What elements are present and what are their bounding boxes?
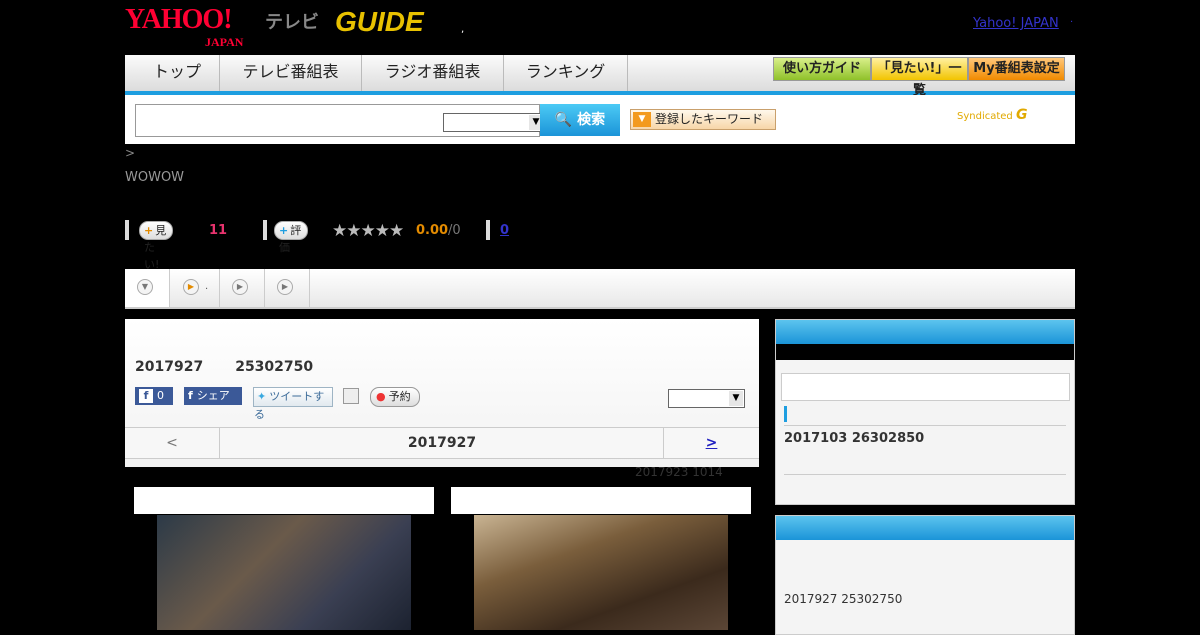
- facebook-share-button[interactable]: f シェア: [184, 387, 242, 405]
- program-time-code: 25302750: [235, 359, 314, 375]
- my-schedule-settings-button[interactable]: My番組表設定: [968, 57, 1065, 81]
- program-date-time: 2017927 25302750: [135, 359, 313, 375]
- usage-guide-button[interactable]: 使い方ガイド: [773, 57, 871, 81]
- divider: [784, 425, 1066, 426]
- nav-tab-top[interactable]: トップ: [135, 55, 220, 91]
- sidebar-box-2: 2017927 25302750: [775, 515, 1075, 635]
- sidebar-box-1-subheader: [776, 344, 1074, 360]
- content-tabs: ▼ ▶. ▶ ▶: [125, 269, 1075, 309]
- divider: [125, 220, 129, 240]
- yahoo-japan-logo[interactable]: YAHOO! JAPAN: [125, 6, 243, 50]
- triangle-down-icon: ▼: [633, 112, 651, 127]
- program-date: 2017927: [135, 359, 204, 375]
- search-bar: ▼ 🔍 検索 ▼ 登録したキーワード Syndicated G: [125, 95, 1075, 144]
- search-input[interactable]: ▼: [135, 104, 545, 137]
- divider: [263, 220, 267, 240]
- gguide-logo-text: GUIDE: [335, 6, 424, 37]
- reserve-label: 予約: [388, 390, 411, 403]
- tab-2-suffix: .: [205, 281, 209, 292]
- star-rating: ★★★★★: [332, 221, 404, 241]
- rating-total: /0: [448, 223, 461, 238]
- facebook-icon: f: [188, 389, 193, 402]
- nav-tab-radio-schedule[interactable]: ラジオ番組表: [362, 55, 504, 91]
- header-dot-2: .: [1070, 14, 1074, 25]
- sidebar-box-1-field[interactable]: [781, 373, 1070, 401]
- tab-2[interactable]: ▶.: [170, 269, 220, 307]
- card-title-2[interactable]: [451, 487, 751, 514]
- device-select[interactable]: ▼: [668, 389, 745, 408]
- plus-icon: +: [279, 224, 289, 237]
- broadcast-note: 2017923 1014: [635, 465, 723, 479]
- rating-value: 0.00: [416, 223, 449, 238]
- tv-label: テレビ: [265, 12, 319, 33]
- card-title-1[interactable]: [134, 487, 434, 514]
- sidebar-box-2-header: [776, 516, 1074, 540]
- tab-4[interactable]: ▶: [265, 269, 310, 307]
- facebook-like-button[interactable]: f0: [135, 387, 173, 405]
- registered-keywords-button[interactable]: ▼ 登録したキーワード: [630, 109, 776, 130]
- registered-keywords-label: 登録したキーワード: [655, 112, 764, 126]
- pager-next[interactable]: >: [663, 428, 759, 458]
- chevron-down-icon: ▼: [137, 279, 153, 295]
- program-detail-panel: 2017927 25302750 f0 f シェア ✦ ツイートする ● 予約 ▼ < …: [125, 319, 759, 467]
- want-list-button[interactable]: 「見たい!」一覧: [871, 57, 968, 98]
- pager-prev[interactable]: <: [125, 428, 220, 458]
- date-pager: < 2017927 >: [125, 427, 759, 459]
- program-photo-2[interactable]: [474, 515, 728, 630]
- twitter-bird-icon: ✦: [257, 390, 267, 403]
- yahoo-japan-link[interactable]: Yahoo! JAPAN: [973, 16, 1059, 31]
- search-icon: 🔍: [554, 112, 573, 128]
- nav-tab-ranking[interactable]: ランキング: [504, 55, 628, 91]
- breadcrumb[interactable]: >: [125, 146, 135, 160]
- syndicated-label: Syndicated: [957, 111, 1013, 122]
- nav-tab-tv-schedule[interactable]: テレビ番組表: [220, 55, 362, 91]
- gguide-logo[interactable]: GUIDE: [335, 6, 424, 38]
- play-icon: ▶: [232, 279, 248, 295]
- sidebar-box-1-entry[interactable]: 2017103 26302850: [784, 431, 924, 446]
- program-photo-1[interactable]: [157, 515, 411, 630]
- chevron-down-icon: ▼: [729, 391, 743, 406]
- divider: [486, 220, 490, 240]
- syndicated-logo-mark: G: [1015, 107, 1028, 123]
- section-marker: [784, 406, 787, 422]
- sidebar-box-1-header: [776, 320, 1074, 344]
- tweet-button[interactable]: ✦ ツイートする: [253, 387, 333, 421]
- sidebar-box-1: 2017103 26302850: [775, 319, 1075, 505]
- want-count: 11: [209, 223, 228, 238]
- play-icon: ▶: [183, 279, 199, 295]
- record-dot-icon: ●: [376, 390, 386, 403]
- sidebar-box-2-entry[interactable]: 2017927 25302750: [784, 592, 902, 606]
- rate-button[interactable]: + 評価: [274, 221, 309, 254]
- search-button[interactable]: 🔍 検索: [540, 104, 620, 136]
- yahoo-logo-sub: JAPAN: [205, 35, 244, 49]
- calendar-icon[interactable]: [343, 388, 359, 404]
- header-dot: ,: [461, 24, 465, 35]
- reserve-button[interactable]: ● 予約: [370, 387, 420, 407]
- facebook-share-label: シェア: [196, 389, 230, 402]
- syndicated-gguide-logo: Syndicated G: [957, 107, 1027, 123]
- plus-icon: +: [144, 224, 154, 237]
- facebook-icon: f: [139, 389, 153, 403]
- station-name: WOWOW: [125, 170, 185, 185]
- search-category-select[interactable]: ▼: [443, 113, 545, 132]
- play-icon: ▶: [277, 279, 293, 295]
- pager-current-date: 2017927: [407, 435, 477, 451]
- search-button-label: 検索: [577, 112, 606, 128]
- divider: [784, 474, 1066, 475]
- tab-3[interactable]: ▶: [220, 269, 265, 307]
- facebook-count: 0: [157, 389, 164, 402]
- tab-1[interactable]: ▼: [125, 269, 170, 307]
- want-to-watch-button[interactable]: + 見たい!: [139, 221, 174, 271]
- review-count-link[interactable]: 0: [500, 223, 509, 238]
- main-nav: トップ テレビ番組表 ラジオ番組表 ランキング 使い方ガイド 「見たい!」一覧 …: [125, 55, 1075, 98]
